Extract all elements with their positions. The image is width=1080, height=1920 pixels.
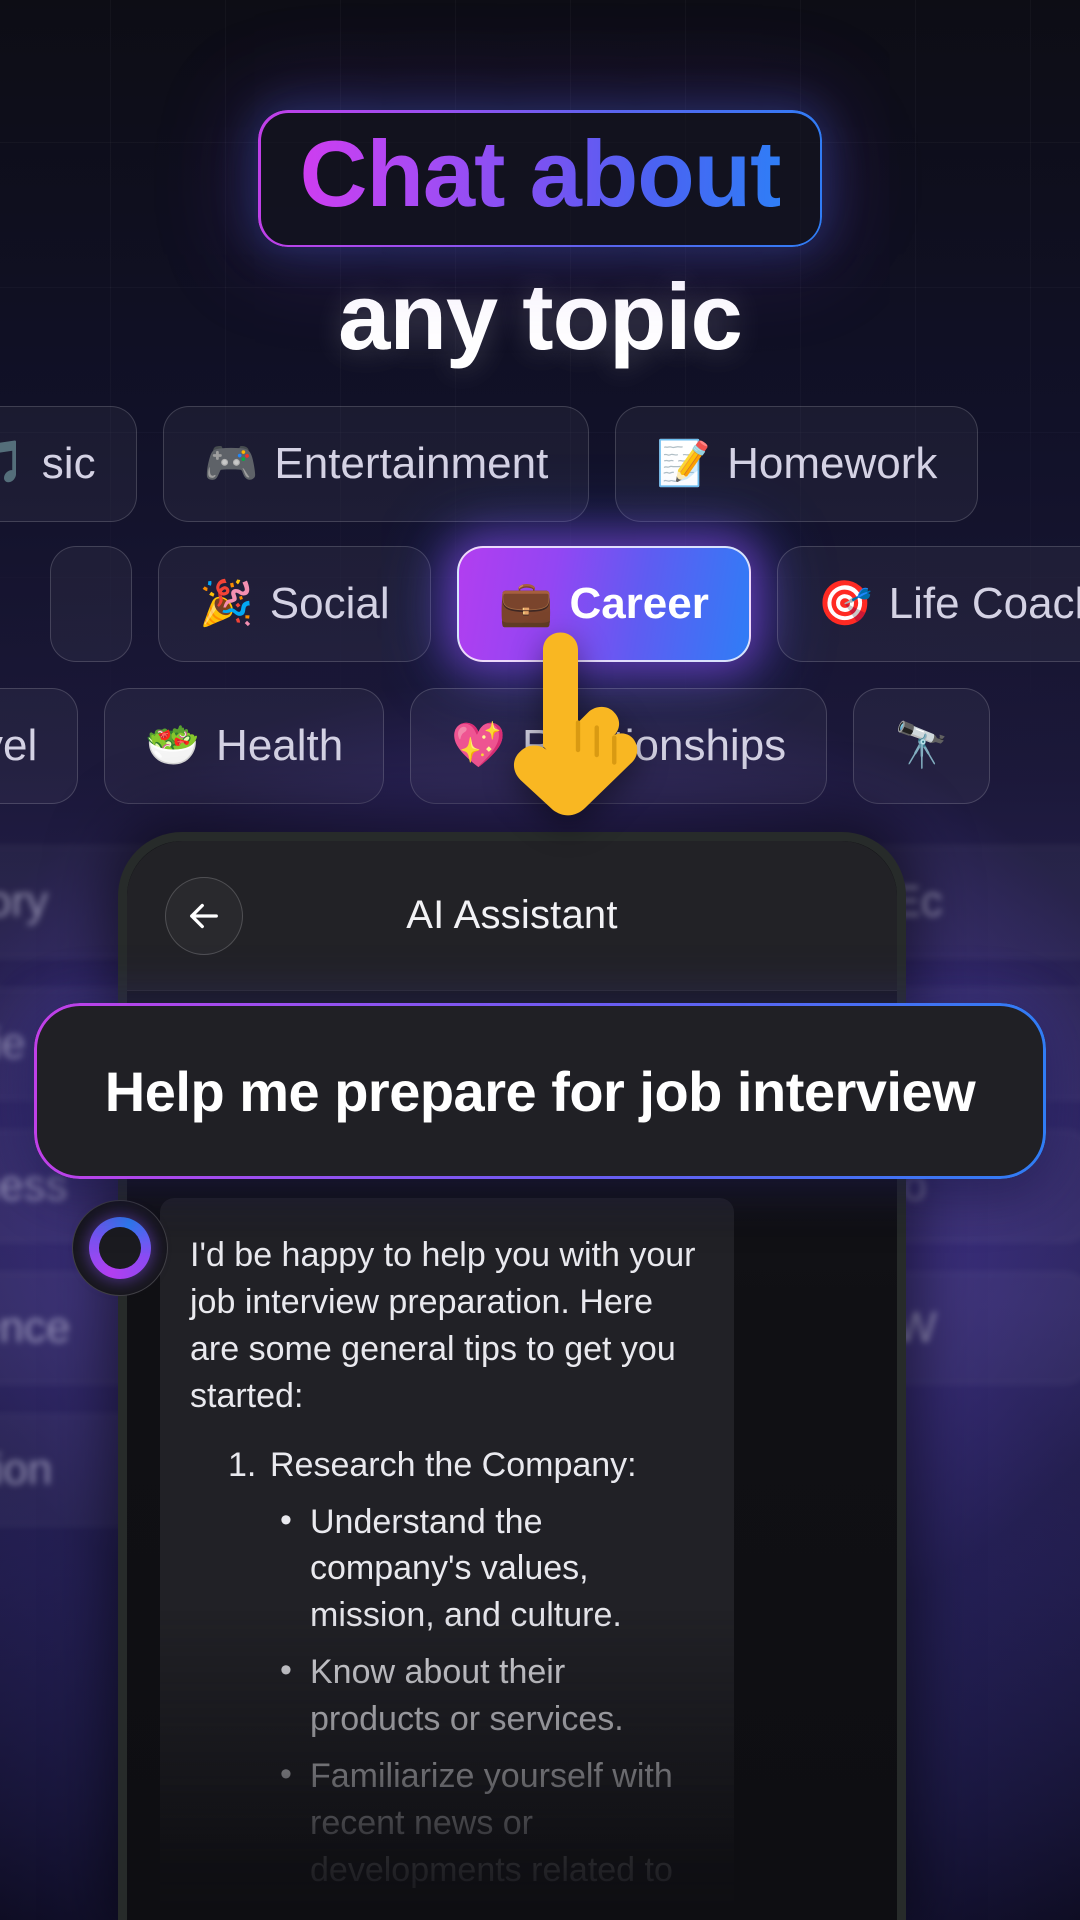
- topic-chip-label: Social: [269, 579, 390, 628]
- arrow-left-icon: [190, 903, 218, 929]
- topic-chip-label: Homework: [727, 439, 938, 488]
- ai-list-item: 1. Research the Company:: [228, 1442, 704, 1489]
- ai-intro-text: I'd be happy to help you with your job i…: [190, 1236, 696, 1415]
- topic-chip-homework[interactable]: 📝 Homework: [615, 406, 979, 522]
- topic-chip-social[interactable]: 🎉 Social: [158, 546, 431, 662]
- ai-orb-inner: [99, 1227, 141, 1269]
- headline-line-2: any topic: [338, 264, 743, 370]
- topic-chip-sic[interactable]: 🎵 sic: [0, 406, 137, 522]
- topic-chip-label: Career: [569, 579, 709, 628]
- headline-line-1: Chat about: [299, 121, 782, 226]
- background-chip-label: nion: [0, 1445, 53, 1494]
- topic-chip-label: vel: [0, 721, 38, 770]
- promo-screenshot: oryrieinessencenion💰Ec📰Foo💪W Chat about …: [0, 0, 1080, 1920]
- ai-bullet-item: Familiarize yourself with recent news or…: [280, 1751, 704, 1894]
- topic-chip-vel[interactable]: vel: [0, 688, 79, 804]
- background-chip-label: ory: [0, 877, 49, 926]
- topic-chip-row-1: 🎵 sic 🎮 Entertainment 📝 Homework: [0, 406, 979, 522]
- telescope-icon: 🔭: [894, 721, 949, 770]
- ai-response-list: 1. Research the Company: Understand the co…: [190, 1442, 704, 1894]
- background-chip-label: ence: [0, 1303, 71, 1352]
- salad-icon: 🥗: [145, 721, 201, 770]
- topic-chip-label: sic: [41, 439, 96, 488]
- memo-icon: 📝: [656, 439, 712, 488]
- ai-list-title: Research the Company:: [270, 1445, 637, 1484]
- ai-avatar: [72, 1200, 168, 1296]
- briefcase-icon: 💼: [498, 579, 554, 628]
- ai-list-number: 1.: [228, 1445, 257, 1484]
- topic-chip-label: Life Coach: [888, 579, 1080, 628]
- ai-bullet-list: Understand the company's values, mission…: [280, 1497, 704, 1894]
- topic-chip-label: Health: [216, 721, 344, 770]
- user-prompt-bubble[interactable]: Help me prepare for job interview: [34, 1003, 1046, 1179]
- game-controller-icon: 🎮: [203, 439, 259, 488]
- back-button[interactable]: [165, 877, 243, 955]
- ai-bullet-item: Know about their products or services.: [280, 1647, 704, 1743]
- topic-chip-telescope-icon[interactable]: 🔭: [853, 688, 990, 804]
- headline: Chat about any topic: [0, 110, 1080, 371]
- topic-chip-row-3: vel🥗Health💖Relationships🔭: [0, 688, 990, 804]
- party-popper-icon: 🎉: [199, 579, 254, 628]
- dart-icon: 🎯: [817, 579, 873, 628]
- topic-chip-label: Entertainment: [274, 439, 549, 488]
- user-prompt-text: Help me prepare for job interview: [104, 1059, 976, 1123]
- topic-chip-entertainment[interactable]: 🎮 Entertainment: [162, 406, 590, 522]
- background-chip-label: rie: [0, 1019, 26, 1068]
- topic-chip-life-coach[interactable]: 🎯 Life Coach: [776, 546, 1080, 662]
- headline-highlight-box: Chat about: [257, 110, 823, 248]
- topic-chip-health[interactable]: 🥗 Health: [104, 688, 385, 804]
- app-bar-title: AI Assistant: [406, 893, 618, 937]
- app-bar: AI Assistant: [127, 841, 897, 991]
- topic-chip-blank-icon[interactable]: [50, 546, 132, 662]
- music-note-icon: 🎵: [0, 442, 26, 486]
- ai-response-bubble: I'd be happy to help you with your job i…: [160, 1198, 734, 1920]
- pointing-hand-cursor: [513, 632, 638, 816]
- ai-bullet-item: Understand the company's values, mission…: [280, 1497, 704, 1640]
- ai-orb-icon: [89, 1217, 151, 1279]
